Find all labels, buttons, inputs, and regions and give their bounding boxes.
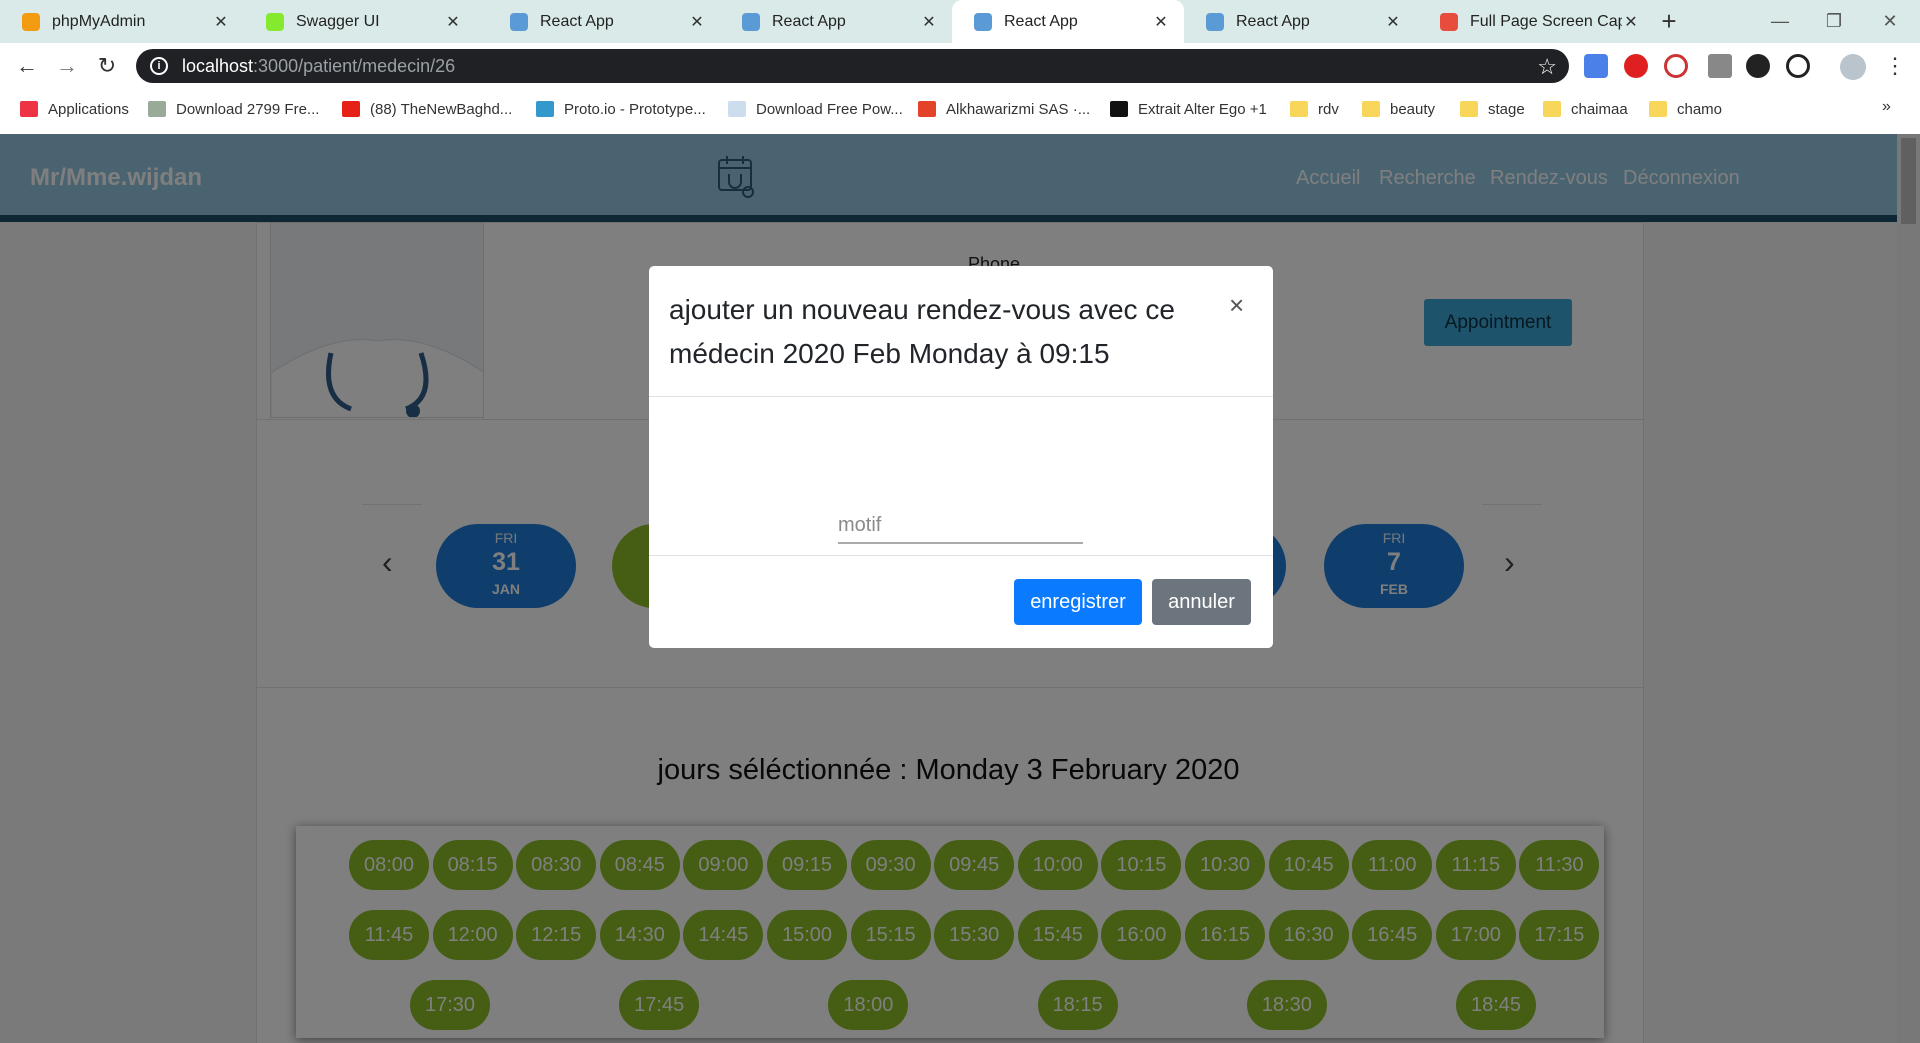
browser-tab[interactable]: React App ✕ [720,0,952,43]
bookmark-item[interactable]: chamo [1649,98,1722,120]
tab-close-icon[interactable]: ✕ [444,12,462,32]
tab-favicon-icon [1206,12,1224,31]
site-info-icon[interactable]: i [150,57,168,75]
apps-grid-icon [20,101,38,117]
forward-arrow-icon[interactable]: → [52,51,82,81]
folder-icon [1362,101,1380,117]
folder-icon [1649,101,1667,117]
minimize-icon[interactable]: — [1760,6,1800,36]
tab-title: Swagger UI [296,12,380,30]
bookmark-label: Extrait Alter Ego +1 [1138,100,1267,118]
folder-icon [1460,101,1478,117]
bookmark-item[interactable]: Extrait Alter Ego +1 [1110,98,1267,120]
close-window-icon[interactable]: ✕ [1870,6,1910,36]
youtube-icon [342,101,360,117]
tab-close-icon[interactable]: ✕ [1622,12,1640,32]
modal-header-divider [649,396,1273,397]
bookmark-label: (88) TheNewBaghd... [370,100,513,118]
bookmark-label: Proto.io - Prototype... [564,100,706,118]
screenshot-extension-icon[interactable] [1786,54,1810,78]
page-icon [728,101,746,117]
bookmark-label: beauty [1390,100,1436,118]
save-button[interactable]: enregistrer [1014,579,1142,625]
browser-tab-strip: phpMyAdmin ✕ Swagger UI ✕ React App ✕ React Ap… [0,0,1920,43]
browser-menu-icon[interactable]: ⋮ [1880,51,1910,81]
bookmark-item[interactable]: chaimaa [1543,98,1628,120]
bookmark-label: Applications [48,100,129,118]
tab-title: React App [1236,12,1310,30]
browser-tab[interactable]: Full Page Screen Captu✕ [1418,0,1654,43]
tab-title: Full Page Screen Captu [1470,12,1622,30]
back-arrow-icon[interactable]: ← [12,51,42,81]
browser-tab[interactable]: React App ✕ [488,0,720,43]
bookmark-star-icon[interactable]: ☆ [1537,54,1557,80]
url-host: localhost [182,55,254,76]
e-icon [1110,101,1128,117]
cancel-button[interactable]: annuler [1152,579,1251,625]
url-path: :3000/patient/medecin/26 [253,55,456,76]
browser-toolbar: ← → ↻ i localhost:3000/patient/medecin/2… [0,43,1920,88]
page-viewport: Mr/Mme.wijdan Accueil Recherche Rendez-v… [0,134,1920,1043]
bookmark-item[interactable]: (88) TheNewBaghd... [342,98,512,120]
bookmark-label: Download 2799 Fre... [176,100,320,118]
tab-title: phpMyAdmin [52,12,146,30]
browser-tab[interactable]: React App ✕ [1184,0,1416,43]
reload-icon[interactable]: ↻ [92,51,122,81]
motif-input[interactable] [838,508,1083,544]
bookmark-label: rdv [1318,100,1339,118]
bookmark-item[interactable]: stage [1460,98,1525,120]
tab-favicon-icon [266,12,284,31]
bookmark-label: Download Free Pow... [756,100,903,118]
tab-close-icon[interactable]: ✕ [212,12,230,32]
adblock-extension-icon[interactable] [1624,54,1648,78]
bookmark-item[interactable]: Proto.io - Prototype... [536,98,706,120]
tab-close-icon[interactable]: ✕ [920,12,938,32]
tab-favicon-icon [22,12,40,31]
translate-extension-icon[interactable] [1584,54,1608,78]
tab-close-icon[interactable]: ✕ [1152,12,1170,32]
bookmark-item[interactable]: beauty [1362,98,1435,120]
tab-favicon-icon [1440,12,1458,31]
new-tab-button[interactable]: + [1654,6,1684,36]
bookmark-label: chaimaa [1571,100,1628,118]
new-appointment-modal: ajouter un nouveau rendez-vous avec ce m… [649,266,1273,648]
tab-title: React App [540,12,614,30]
tab-title: React App [772,12,846,30]
sync-extension-icon[interactable] [1664,54,1688,78]
bookmark-item[interactable]: Download 2799 Fre... [148,98,319,120]
bookmarks-bar: Applications Download 2799 Fre... (88) The… [0,88,1920,134]
profile-avatar[interactable] [1840,54,1866,80]
modal-footer-divider [649,555,1273,556]
tab-close-icon[interactable]: ✕ [1384,12,1402,32]
eyedropper-extension-icon[interactable] [1708,54,1732,78]
zoom-extension-icon[interactable] [1746,54,1770,78]
tab-title: React App [1004,12,1078,30]
folder-icon [1290,101,1308,117]
browser-tab[interactable]: React App ✕ [952,0,1184,43]
bookmarks-overflow-icon[interactable]: » [1882,96,1891,118]
bookmark-item[interactable]: rdv [1290,98,1339,120]
bookmark-label: Alkhawarizmi SAS ·... [946,100,1091,118]
info-icon [536,101,554,117]
bookmark-item[interactable]: Applications [20,98,129,120]
bookmark-item[interactable]: Alkhawarizmi SAS ·... [918,98,1090,120]
tab-favicon-icon [742,12,760,31]
browser-tab[interactable]: phpMyAdmin ✕ [0,0,244,43]
bookmark-label: chamo [1677,100,1723,118]
modal-title: ajouter un nouveau rendez-vous avec ce m… [669,294,1175,369]
address-bar[interactable]: i localhost:3000/patient/medecin/26 ☆ [136,49,1569,83]
tab-close-icon[interactable]: ✕ [688,12,706,32]
folder-icon [1543,101,1561,117]
browser-tab[interactable]: Swagger UI ✕ [244,0,476,43]
modal-close-icon[interactable]: × [1229,290,1244,321]
tab-favicon-icon [510,12,528,31]
gitlab-icon [918,101,936,117]
tab-favicon-icon [974,12,992,31]
csv-icon [148,101,166,117]
bookmark-item[interactable]: Download Free Pow... [728,98,903,120]
restore-icon[interactable]: ❐ [1814,6,1854,36]
bookmark-label: stage [1488,100,1525,118]
